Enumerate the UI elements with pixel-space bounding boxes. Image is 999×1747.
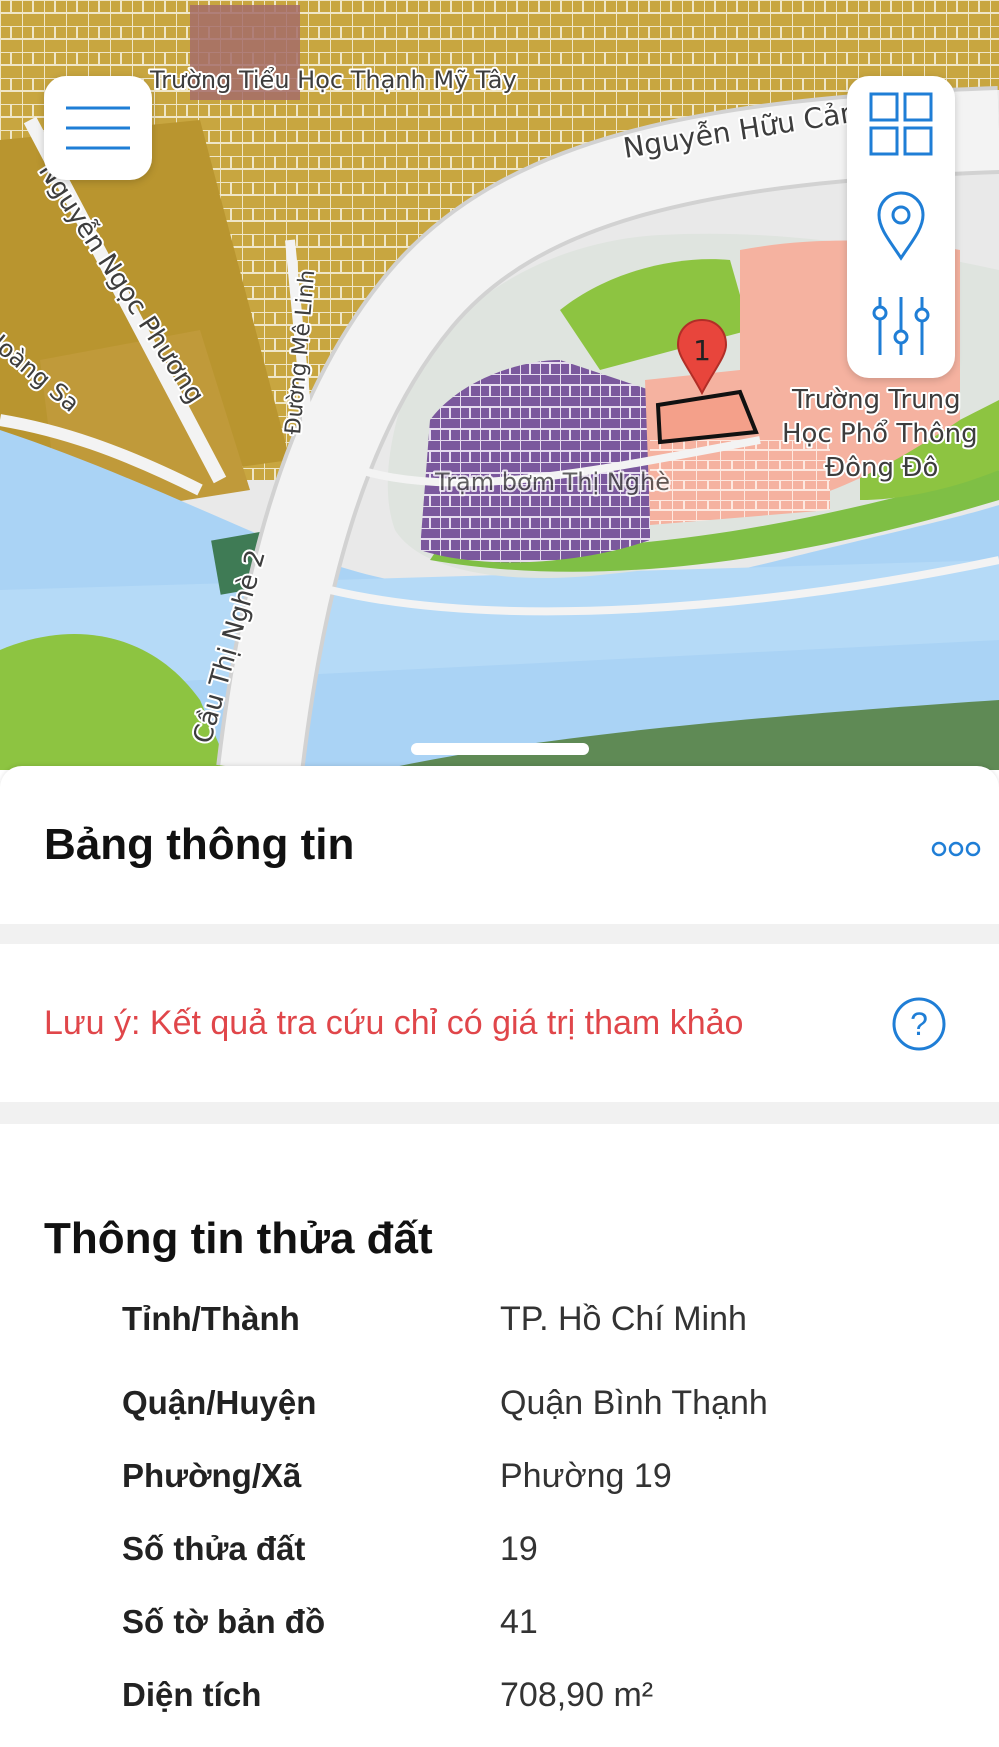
more-dots-icon [931, 841, 981, 857]
map-label-school-right-1: Trường Trung [791, 385, 961, 415]
info-row-province: Tỉnh/Thành TP. Hồ Chí Minh [0, 1300, 999, 1346]
map-label-school-right-3: Đông Đô [825, 453, 938, 483]
map-tools-panel [847, 76, 955, 378]
info-value: 41 [500, 1603, 538, 1641]
parcel-section-title: Thông tin thửa đất [44, 1214, 433, 1263]
section-divider [0, 924, 999, 944]
section-divider [0, 1102, 999, 1124]
info-value: TP. Hồ Chí Minh [500, 1300, 747, 1338]
info-label: Tỉnh/Thành [122, 1300, 300, 1337]
svg-text:?: ? [910, 1006, 928, 1042]
info-label: Số thửa đất [122, 1530, 306, 1567]
info-value: 708,90 m² [500, 1676, 654, 1714]
hamburger-menu-icon [66, 106, 130, 150]
layers-button[interactable] [847, 76, 955, 172]
info-label: Diện tích [122, 1676, 262, 1713]
info-value: 19 [500, 1530, 538, 1568]
info-row-map-sheet: Số tờ bản đồ 41 [0, 1603, 999, 1649]
location-button[interactable] [847, 178, 955, 274]
info-label: Quận/Huyện [122, 1384, 317, 1421]
map-label-school-right-2: Học Phổ Thông [782, 418, 978, 449]
info-label: Số tờ bản đồ [122, 1603, 326, 1640]
location-pin-icon [877, 191, 925, 261]
info-value: Phường 19 [500, 1457, 672, 1495]
info-label: Phường/Xã [122, 1457, 302, 1494]
info-row-district: Quận/Huyện Quận Bình Thạnh [0, 1384, 999, 1430]
info-panel: Bảng thông tin Lưu ý: Kết quả tra cứu ch… [0, 766, 999, 1747]
help-button[interactable]: ? [891, 996, 947, 1052]
map-label-school-top: Trường Tiểu Học Thạnh Mỹ Tây [149, 66, 517, 94]
menu-button[interactable] [44, 76, 152, 180]
map-label-area: Trạm bơm Thị Nghè [434, 468, 670, 496]
layers-grid-icon [869, 92, 933, 156]
filter-button[interactable] [847, 278, 955, 374]
info-value: Quận Bình Thạnh [500, 1384, 768, 1422]
more-button[interactable] [928, 834, 984, 864]
help-question-icon: ? [892, 997, 946, 1051]
disclaimer-note: Lưu ý: Kết quả tra cứu chỉ có giá trị th… [44, 1004, 744, 1042]
panel-title: Bảng thông tin [44, 820, 355, 869]
sheet-drag-handle[interactable] [411, 743, 589, 755]
info-row-parcel-number: Số thửa đất 19 [0, 1530, 999, 1576]
info-row-ward: Phường/Xã Phường 19 [0, 1457, 999, 1503]
info-row-area: Diện tích 708,90 m² [0, 1676, 999, 1722]
sliders-filter-icon [872, 297, 930, 355]
marker-number: 1 [693, 334, 711, 367]
